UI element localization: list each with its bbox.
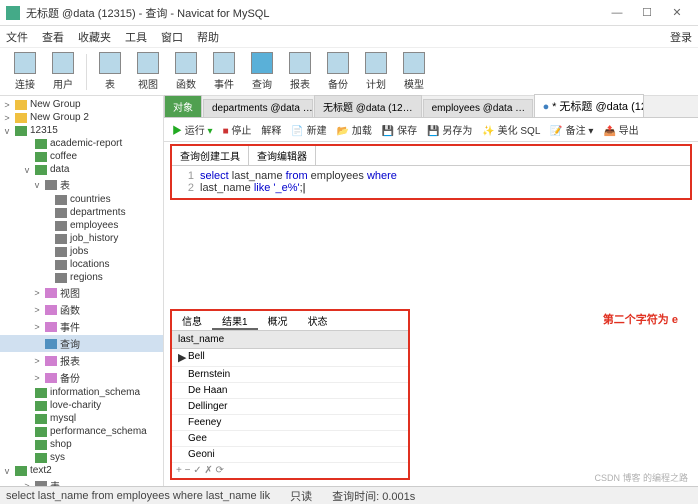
login-button[interactable]: 登录 (670, 29, 692, 45)
menubar: 文件 查看 收藏夹 工具 窗口 帮助 登录 (0, 26, 698, 48)
tree-item[interactable]: >New Group 2 (0, 111, 163, 124)
new-button[interactable]: 📄 新建 (291, 122, 326, 137)
result-table[interactable]: last_name ▶BellBernsteinDe HaanDellinger… (172, 331, 408, 463)
tree-item[interactable]: >表 (0, 477, 163, 486)
tool-模型[interactable]: 模型 (395, 52, 433, 91)
close-button[interactable]: ✕ (662, 6, 692, 19)
sub-toolbar: ▶ 运行 ▾ ■ 停止 解释 📄 新建 📂 加载 💾 保存 💾 另存为 ✨ 美化… (164, 118, 698, 142)
tabs: 对象 departments @data … 无标题 @data (12… em… (164, 96, 698, 118)
result-tab-profile[interactable]: 概况 (258, 311, 298, 330)
menu-help[interactable]: 帮助 (197, 29, 219, 45)
explain-button[interactable]: 解释 (261, 122, 281, 137)
maximize-button[interactable]: ☐ (632, 6, 662, 19)
result-header[interactable]: last_name (172, 331, 408, 349)
tool-备份[interactable]: 备份 (319, 52, 357, 91)
query-editor-tab[interactable]: 查询编辑器 (249, 146, 316, 165)
tree-item[interactable]: >视图 (0, 284, 163, 301)
beautify-button[interactable]: ✨ 美化 SQL (482, 122, 540, 137)
sidebar[interactable]: >New Group>New Group 2v12315academic-rep… (0, 96, 164, 486)
result-row[interactable]: Feeney (172, 415, 408, 431)
tool-事件[interactable]: 事件 (205, 52, 243, 91)
result-controls[interactable]: + − ✓ ✗ ⟳ (172, 463, 408, 478)
content: 对象 departments @data … 无标题 @data (12… em… (164, 96, 698, 486)
tree-item[interactable]: v12315 (0, 124, 163, 137)
tree-item[interactable]: performance_schema (0, 425, 163, 438)
tree-item[interactable]: >事件 (0, 318, 163, 335)
tool-报表[interactable]: 报表 (281, 52, 319, 91)
tree-item[interactable]: locations (0, 258, 163, 271)
tree-item[interactable]: employees (0, 219, 163, 232)
app-icon (6, 6, 20, 20)
result-row[interactable]: ▶Bell (172, 349, 408, 367)
tree-item[interactable]: >报表 (0, 352, 163, 369)
tree-item[interactable]: information_schema (0, 386, 163, 399)
tool-计划[interactable]: 计划 (357, 52, 395, 91)
tool-连接[interactable]: 连接 (6, 52, 44, 91)
tree-item[interactable]: coffee (0, 150, 163, 163)
result-row[interactable]: Dellinger (172, 399, 408, 415)
export-button[interactable]: 📤 导出 (603, 122, 638, 137)
menu-view[interactable]: 查看 (42, 29, 64, 45)
result-tab-result1[interactable]: 结果1 (212, 311, 258, 330)
tab-item[interactable]: 无标题 @data (12… (314, 95, 422, 117)
titlebar: 无标题 @data (12315) - 查询 - Navicat for MyS… (0, 0, 698, 26)
annotation: 第二个字符为 e (603, 306, 678, 329)
tree-item[interactable]: job_history (0, 232, 163, 245)
tree-item[interactable]: love-charity (0, 399, 163, 412)
stop-button[interactable]: ■ 停止 (223, 122, 252, 137)
result-tab-status[interactable]: 状态 (298, 311, 338, 330)
status-readonly: 只读 (290, 488, 312, 504)
tool-视图[interactable]: 视图 (129, 52, 167, 91)
tree-item[interactable]: >备份 (0, 369, 163, 386)
watermark: CSDN 博客 的编程之路 (594, 471, 688, 484)
note-button[interactable]: 📝 备注 ▾ (550, 122, 593, 137)
tree-item[interactable]: departments (0, 206, 163, 219)
run-button[interactable]: ▶ 运行 ▾ (172, 122, 213, 137)
tree-item[interactable]: 查询 (0, 335, 163, 352)
window-title: 无标题 @data (12315) - 查询 - Navicat for MyS… (26, 5, 602, 21)
result-row[interactable]: Gee (172, 431, 408, 447)
tree-item[interactable]: v表 (0, 176, 163, 193)
tab-active[interactable]: ● * 无标题 @data (12… (534, 94, 644, 117)
tree-item[interactable]: >函数 (0, 301, 163, 318)
menu-window[interactable]: 窗口 (161, 29, 183, 45)
status-time: 查询时间: 0.001s (332, 488, 415, 504)
query-builder-tab[interactable]: 查询创建工具 (172, 146, 249, 165)
menu-file[interactable]: 文件 (6, 29, 28, 45)
tool-函数[interactable]: 函数 (167, 52, 205, 91)
tree-item[interactable]: countries (0, 193, 163, 206)
menu-tools[interactable]: 工具 (125, 29, 147, 45)
tree-item[interactable]: vtext2 (0, 464, 163, 477)
tree-item[interactable]: shop (0, 438, 163, 451)
tab-item[interactable]: departments @data … (203, 99, 313, 117)
tab-item[interactable]: employees @data … (423, 99, 533, 117)
sql-editor[interactable]: 1select last_name from employees where 2… (172, 166, 690, 198)
tool-表[interactable]: 表 (91, 52, 129, 91)
tree-item[interactable]: sys (0, 451, 163, 464)
result-row[interactable]: Geoni (172, 447, 408, 463)
result-tab-info[interactable]: 信息 (172, 311, 212, 330)
statusbar: select last_name from employees where la… (0, 486, 698, 504)
tree-item[interactable]: mysql (0, 412, 163, 425)
load-button[interactable]: 📂 加载 (337, 122, 372, 137)
saveas-button[interactable]: 💾 另存为 (427, 122, 472, 137)
tree-item[interactable]: vdata (0, 163, 163, 176)
tool-用户[interactable]: 用户 (44, 52, 82, 91)
tree-item[interactable]: >New Group (0, 98, 163, 111)
tree-item[interactable]: regions (0, 271, 163, 284)
results-highlight: 信息 结果1 概况 状态 last_name ▶BellBernsteinDe … (170, 309, 410, 480)
tree-item[interactable]: jobs (0, 245, 163, 258)
menu-favorites[interactable]: 收藏夹 (78, 29, 111, 45)
tree-item[interactable]: academic-report (0, 137, 163, 150)
result-row[interactable]: Bernstein (172, 367, 408, 383)
editor-highlight: 查询创建工具 查询编辑器 1select last_name from empl… (170, 144, 692, 200)
tab-objects[interactable]: 对象 (164, 95, 202, 117)
minimize-button[interactable]: — (602, 7, 632, 19)
tool-查询[interactable]: 查询 (243, 52, 281, 91)
toolbar: 连接用户表视图函数事件查询报表备份计划模型 (0, 48, 698, 96)
result-row[interactable]: De Haan (172, 383, 408, 399)
save-button[interactable]: 💾 保存 (382, 122, 417, 137)
